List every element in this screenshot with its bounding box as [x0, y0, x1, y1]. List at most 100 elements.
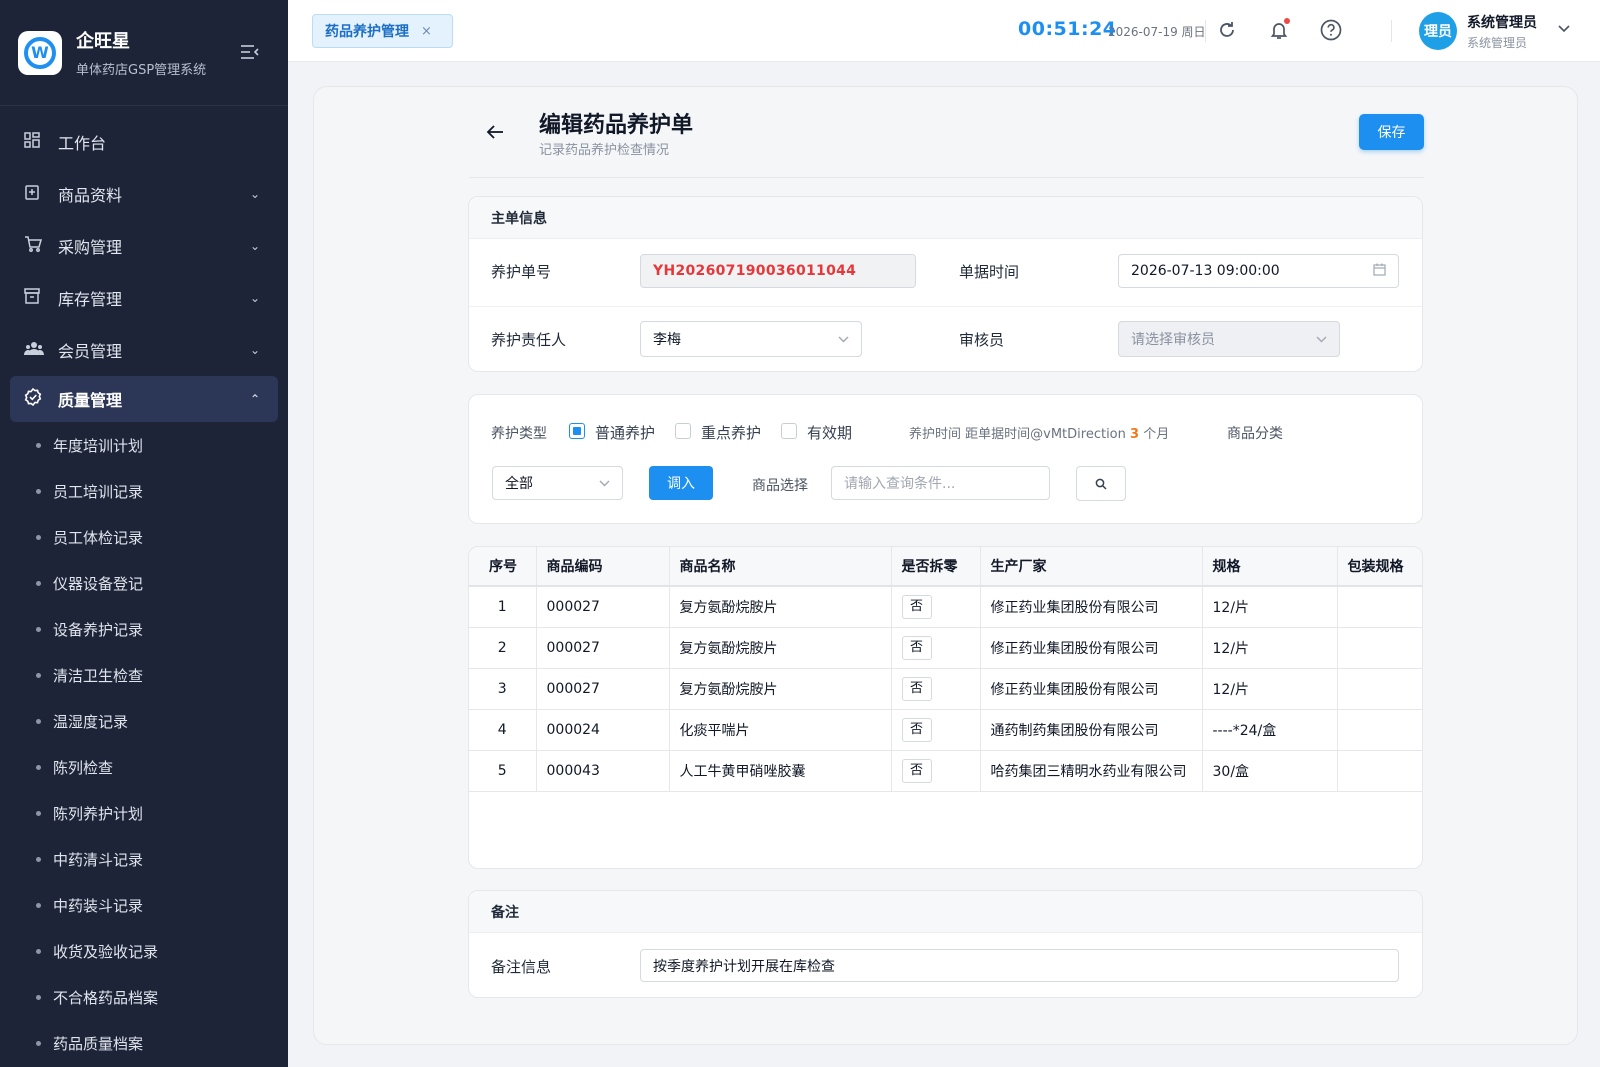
chevron-up-icon: ⌃ — [249, 392, 260, 406]
sidebar-item-workbench[interactable]: 工作台 — [0, 116, 288, 168]
divider — [1391, 20, 1392, 42]
column-header[interactable]: 商品名称 — [669, 547, 892, 587]
column-header[interactable]: 序号 — [469, 547, 537, 587]
submenu-item[interactable]: 设备养护记录 — [0, 606, 288, 652]
reviewer-placeholder: 请选择审核员 — [1131, 332, 1215, 348]
close-icon[interactable]: × — [421, 24, 432, 39]
tab-drug-maintenance[interactable]: 药品养护管理 × — [312, 14, 453, 48]
inventory-icon — [24, 288, 44, 308]
sidebar-item-purchase[interactable]: 采购管理 ⌄ — [0, 220, 288, 272]
cell-spec: 12/片 — [1202, 668, 1338, 710]
doc-time-field[interactable]: 2026-07-13 09:00:00 — [1118, 254, 1399, 288]
app-subtitle: 单体药店GSP管理系统 — [76, 63, 207, 78]
type-expiry-label: 有效期 — [807, 424, 853, 442]
cell-code: 000027 — [536, 586, 670, 628]
category-select[interactable]: 全部 — [492, 466, 623, 500]
table-row[interactable]: 2 000027 复方氨酚烷胺片 否 修正药业集团股份有限公司 12/片 — [469, 627, 1422, 669]
help-icon[interactable] — [1318, 17, 1344, 43]
order-no-value: YH202607190036011044 — [653, 263, 857, 279]
cell-split: 否 — [891, 709, 981, 751]
submenu-item[interactable]: 不合格药品档案 — [0, 974, 288, 1020]
submenu-item[interactable]: 收货及验收记录 — [0, 928, 288, 974]
split-tag[interactable]: 否 — [901, 635, 932, 660]
remarks-label: 备注信息 — [491, 958, 552, 976]
column-header[interactable]: 包装规格 — [1337, 547, 1422, 587]
column-header[interactable]: 规格 — [1202, 547, 1338, 587]
reviewer-select[interactable]: 请选择审核员 — [1118, 321, 1340, 357]
cell-manufacturer: 修正药业集团股份有限公司 — [980, 668, 1203, 710]
save-button[interactable]: 保存 — [1359, 114, 1424, 150]
submenu-item[interactable]: 中药装斗记录 — [0, 882, 288, 928]
cell-package — [1337, 709, 1422, 751]
table-row[interactable]: 3 000027 复方氨酚烷胺片 否 修正药业集团股份有限公司 12/片 — [469, 668, 1422, 710]
cell-name: 复方氨酚烷胺片 — [669, 668, 892, 710]
cell-spec: 12/片 — [1202, 586, 1338, 628]
chevron-down-icon[interactable] — [1558, 22, 1570, 36]
section-title: 主单信息 — [469, 197, 1422, 239]
submenu-item[interactable]: 温湿度记录 — [0, 698, 288, 744]
submenu-item[interactable]: 员工体检记录 — [0, 514, 288, 560]
logo-mark: W — [24, 36, 56, 69]
remarks-value: 按季度养护计划开展在库检查 — [653, 958, 835, 975]
search-button[interactable] — [1076, 466, 1126, 501]
sidebar-item-products[interactable]: 商品资料 ⌄ — [0, 168, 288, 220]
chevron-down-icon — [838, 332, 849, 346]
search-input[interactable]: 请输入查询条件... — [831, 466, 1050, 500]
cell-index: 2 — [469, 627, 537, 669]
cell-name: 复方氨酚烷胺片 — [669, 586, 892, 628]
split-tag[interactable]: 否 — [901, 758, 932, 783]
cell-code: 000027 — [536, 627, 670, 669]
submenu-item[interactable]: 清洁卫生检查 — [0, 652, 288, 698]
submenu-item[interactable]: 年度培训计划 — [0, 422, 288, 468]
products-table: 序号 商品编码 商品名称 是否拆零 生产厂家 规格 包装规格 1 000027 … — [469, 547, 1422, 792]
submenu-item[interactable]: 仪器设备登记 — [0, 560, 288, 606]
bell-icon[interactable] — [1266, 17, 1292, 43]
table-row[interactable]: 4 000024 化痰平喘片 否 通药制药集团股份有限公司 ----*24/盒 — [469, 709, 1422, 751]
sidebar-item-members[interactable]: 会员管理 ⌄ — [0, 324, 288, 376]
responsible-select[interactable]: 李梅 — [640, 321, 862, 357]
column-header[interactable]: 商品编码 — [536, 547, 670, 587]
sidebar-item-inventory[interactable]: 库存管理 ⌄ — [0, 272, 288, 324]
cell-code: 000027 — [536, 668, 670, 710]
search-placeholder: 请输入查询条件... — [844, 476, 956, 492]
cell-name: 复方氨酚烷胺片 — [669, 627, 892, 669]
submenu-item[interactable]: 药品质量档案 — [0, 1020, 288, 1066]
cell-split: 否 — [891, 668, 981, 710]
divider — [1205, 20, 1206, 42]
remarks-input[interactable]: 按季度养护计划开展在库检查 — [640, 949, 1399, 982]
clock: 00:51:24 — [1018, 18, 1117, 40]
sidebar-item-quality[interactable]: 质量管理 ⌃ — [10, 376, 278, 422]
dashboard-icon — [24, 132, 44, 152]
submenu-item[interactable]: 陈列养护计划 — [0, 790, 288, 836]
submenu-item[interactable]: 陈列检查 — [0, 744, 288, 790]
back-arrow-icon[interactable] — [486, 121, 504, 145]
collapse-menu-icon[interactable] — [240, 44, 260, 64]
column-header[interactable]: 生产厂家 — [980, 547, 1203, 587]
import-button[interactable]: 调入 — [649, 466, 713, 500]
sidebar-item-label: 质量管理 — [58, 391, 123, 410]
checkbox-key[interactable] — [675, 423, 691, 439]
refresh-icon[interactable] — [1214, 17, 1240, 43]
split-tag[interactable]: 否 — [901, 676, 932, 701]
avatar[interactable]: 理员 — [1419, 12, 1457, 50]
cell-code: 000043 — [536, 750, 670, 792]
split-tag[interactable]: 否 — [901, 717, 932, 742]
user-name[interactable]: 系统管理员 — [1467, 12, 1537, 32]
submenu-item[interactable]: 员工培训记录 — [0, 468, 288, 514]
split-tag[interactable]: 否 — [901, 594, 932, 619]
maintenance-time-text: 养护时间 距单据时间@vMtDirection 3 个月 — [909, 427, 1170, 442]
notification-dot — [1284, 18, 1290, 24]
table-row[interactable]: 1 000027 复方氨酚烷胺片 否 修正药业集团股份有限公司 12/片 — [469, 586, 1422, 628]
column-header[interactable]: 是否拆零 — [891, 547, 981, 587]
checkbox-expiry[interactable] — [781, 423, 797, 439]
sidebar-item-label: 会员管理 — [58, 342, 123, 361]
quality-icon — [24, 387, 44, 410]
submenu-item[interactable]: 中药清斗记录 — [0, 836, 288, 882]
checkbox-normal[interactable] — [569, 423, 585, 439]
page-title: 编辑药品养护单 — [539, 113, 694, 138]
divider — [469, 306, 1422, 307]
topbar: 药品养护管理 × 00:51:24 2026-07-19 周日 理员 系统管理员… — [288, 0, 1600, 62]
cell-package — [1337, 586, 1422, 628]
app-logo: W — [18, 30, 62, 75]
table-row[interactable]: 5 000043 人工牛黄甲硝唑胶囊 否 哈药集团三精明水药业有限公司 30/盒 — [469, 750, 1422, 792]
